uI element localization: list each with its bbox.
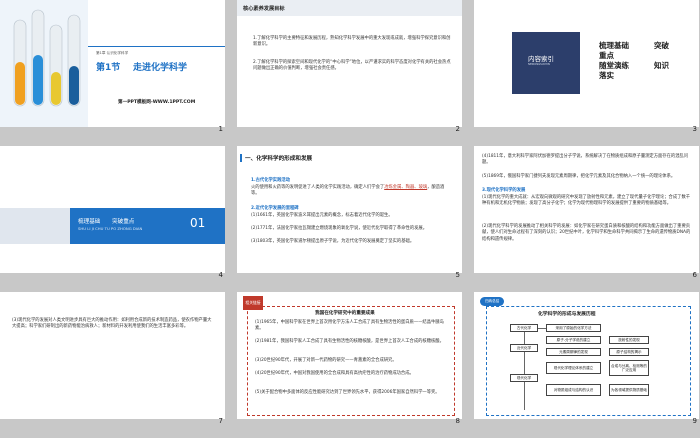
slide-thumb-1[interactable]: 第1章 认识化学科学 第1节 走进化学科学 第一PPT模板网-WWW.1PPT.… (0, 0, 225, 133)
node-modern-early: 近代化学 (510, 344, 538, 352)
node-periodic-law: 元素周期律的发现 (546, 348, 601, 356)
slide-thumb-2[interactable]: 核心素养发展目标 1.了解化学科学的主要特征和发展历程，熟知化学科学发展中的重大… (237, 0, 462, 133)
slide-canvas: 归纳总结 化学科学的形成与发展历程 古代化学 近代化学 现代化学 采用了原始的化… (474, 292, 699, 419)
slide-thumb-3[interactable]: 内容索引 NEIRONGSUOYIN 梳理基础 突破 重点 随堂演练 知识 落实… (474, 0, 699, 133)
paragraph-3: (1)现代化学的重大成就：从宏观向微观的研究中发现了放射性和元素，建立了现代量子… (482, 195, 691, 207)
index-tab-title: 内容索引 (528, 55, 554, 63)
slide-heading: 核心素养发展目标 (243, 6, 285, 12)
slide-thumb-4[interactable]: 梳理基础 突破重点 SHU LI JI CHU TU PO ZHONG DIAN… (0, 146, 225, 279)
branch-line (538, 328, 546, 329)
slide-number: 1 (218, 125, 223, 133)
slide-thumb-6[interactable]: (4)1811年，意大利科学家阿伏加德罗提出分子学说，系统解决了在物质组成和原子… (474, 146, 699, 279)
heading-accent (240, 154, 242, 162)
goal-1: 1.了解化学科学的主要特征和发展历程，熟知化学科学发展中的重大发现或成就，增强科… (253, 36, 451, 48)
slide-heading: 一、化学科学的形成和发展 (245, 156, 313, 162)
section-name-2: 突破重点 (112, 219, 135, 225)
paragraph-3: (2)1771年，法国化学家拉瓦锡建立燃烧现象的氧化学说，使近代化学取得了革命性… (251, 226, 428, 231)
subheading-3: 3.现代化学科学的发展 (482, 188, 526, 193)
paragraph-2: (1)1661年，英国化学家波义耳提出元素的概念，标志着近代化学的诞生。 (251, 213, 393, 218)
subheading-1: 1.古代化学实践活动 (251, 178, 290, 183)
section-name: 梳理基础 (78, 219, 101, 225)
slide-number: 3 (692, 125, 697, 133)
link-item-2: (2)1981年，我国科学家人工合成了具有生物活性的核糖核酸，是世界上首次人工合… (255, 339, 444, 344)
slide-number: 7 (218, 417, 223, 425)
index-item-5: 知识 (654, 61, 669, 70)
node-ancient: 古代化学 (510, 324, 538, 332)
node-contemporary: 现代化学 (510, 374, 538, 382)
slide-number: 6 (692, 271, 697, 279)
link-item-3: (3)20世纪90年代，开展了对新一代药物的研究——青蒿素的全合成研究。 (255, 358, 397, 363)
node-material-basis: 为各领域提供物质基础 (609, 384, 649, 396)
slide-canvas: (4)1811年，意大利科学家阿伏加德罗提出分子学说，系统解决了在物质组成和原子… (474, 146, 699, 273)
goal-2: 2.了解化学科学的探索空间和现代化学的“中心科学”地位，以严谨求实的科学态度对化… (253, 60, 451, 72)
slide-thumb-9[interactable]: 归纳总结 化学科学的形成与发展历程 古代化学 近代化学 现代化学 采用了原始的化… (474, 292, 699, 425)
slide-title-num: 第1节 (96, 63, 121, 73)
node-primitive-methods: 采用了原始的化学方法 (546, 324, 601, 332)
index-item-6: 落实 (599, 71, 614, 80)
slide-canvas: (3)现代化学的发展对人类文明进步具有巨大的推动作用：如利用合成新的技术制造药品… (0, 292, 225, 419)
slide-title-bar (88, 46, 225, 47)
slide-thumb-5[interactable]: 一、化学科学的形成和发展 1.古代化学实践活动 火的使用和火药等的发明促进了人类… (237, 146, 462, 279)
slide-title: 走进化学科学 (133, 63, 188, 73)
timeline-line (524, 326, 525, 410)
node-radioactivity: 放射性的发现 (609, 336, 649, 344)
paragraph-1: (4)1811年，意大利科学家阿伏加德罗提出分子学说，系统解决了在物质组成和原子… (482, 154, 689, 166)
link-item-1: (1)1965年，中国科学家在世界上首次用化学方法人工合成了具有生物活性的蛋白质… (255, 320, 444, 332)
index-tab-sub: NEIRONGSUOYIN (528, 63, 550, 66)
summary-title: 化学科学的形成与发展历程 (538, 312, 596, 317)
section-index: 01 (190, 216, 206, 230)
node-synthesis: 合成与分离、检测等的广泛应用 (609, 360, 649, 376)
subheading-2: 2.近代化学发展的里程碑 (251, 206, 299, 211)
section-tag: 第1章 认识化学科学 (96, 51, 129, 55)
paragraph-1-answer: 冶炼金属、陶器、玻璃 (384, 185, 428, 190)
link-item-4: (4)20世纪90年代，中国对我国使用的全合成和具有高抗疟性的治疗药物成功合成。 (255, 371, 414, 376)
slide-canvas: 第1章 认识化学科学 第1节 走进化学科学 第一PPT模板网-WWW.1PPT.… (0, 0, 225, 127)
slide-canvas: 相关链接 我国在化学研究中的重要成果 (1)1965年，中国科学家在世界上首次用… (237, 292, 462, 419)
slide-canvas: 一、化学科学的形成和发展 1.古代化学实践活动 火的使用和火药等的发明促进了人类… (237, 146, 462, 273)
summary-frame (486, 306, 691, 416)
node-composition: 对物质组成与结构的认识 (546, 384, 601, 396)
slide-thumb-7[interactable]: (3)现代化学的发展对人类文明进步具有巨大的推动作用：如利用合成新的技术制造药品… (0, 292, 225, 425)
slide-number: 5 (455, 271, 460, 279)
summary-tag: 归纳总结 (480, 297, 504, 306)
paragraph-4: (3)1803年，英国化学家道尔顿提出原子学说，为近代化学的发展奠定了坚实的基础… (251, 239, 415, 244)
slide-number: 8 (455, 417, 460, 425)
index-item-2: 突破 (654, 41, 669, 50)
slide-canvas: 内容索引 NEIRONGSUOYIN 梳理基础 突破 重点 随堂演练 知识 落实 (474, 0, 699, 127)
paragraph-1: 火的使用和火药等的发明促进了人类的化学实践活动，确定人们学会了冶炼金属、陶器、玻… (251, 185, 451, 198)
paragraph-4: (2)现代化学科学的发展推动了相关科学的发展：如化学家在研究蛋白质和核酸的结构和… (482, 224, 691, 242)
slide-number: 2 (455, 125, 460, 133)
node-theory-system: 现代化学理论体系的建立 (546, 362, 601, 374)
paragraph-2: (5)1869年，俄国科学家门捷列夫发现元素周期律，把化学元素及其化合物纳入一个… (482, 174, 676, 179)
slide-canvas: 核心素养发展目标 1.了解化学科学的主要特征和发展历程，熟知化学科学发展中的重大… (237, 0, 462, 127)
slide-number: 9 (692, 417, 697, 425)
slide-number: 4 (218, 271, 223, 279)
slide-canvas: 梳理基础 突破重点 SHU LI JI CHU TU PO ZHONG DIAN… (0, 146, 225, 273)
paragraph-1a: 火的使用和火药等的发明促进了人类的化学实践活动，确定人们学会了 (251, 185, 385, 190)
paragraph-1: (3)现代化学的发展对人类文明进步具有巨大的推动作用：如利用合成新的技术制造药品… (12, 318, 212, 330)
node-atomic-molecular: 原子-分子学说的建立 (546, 336, 601, 344)
link-item-5: (5)关于配合物中多面体的反应性能研究达到了世界领先水平，获得2006年国家自然… (255, 390, 440, 395)
link-title: 我国在化学研究中的重要成果 (315, 311, 375, 316)
slide-thumb-8[interactable]: 相关链接 我国在化学研究中的重要成果 (1)1965年，中国科学家在世界上首次用… (237, 292, 462, 425)
node-atomic-structure: 原子结构的揭示 (609, 348, 649, 356)
section-pinyin: SHU LI JI CHU TU PO ZHONG DIAN (78, 226, 143, 231)
test-tubes-image (0, 0, 88, 127)
website-label: 第一PPT模板网-WWW.1PPT.COM (118, 100, 196, 105)
